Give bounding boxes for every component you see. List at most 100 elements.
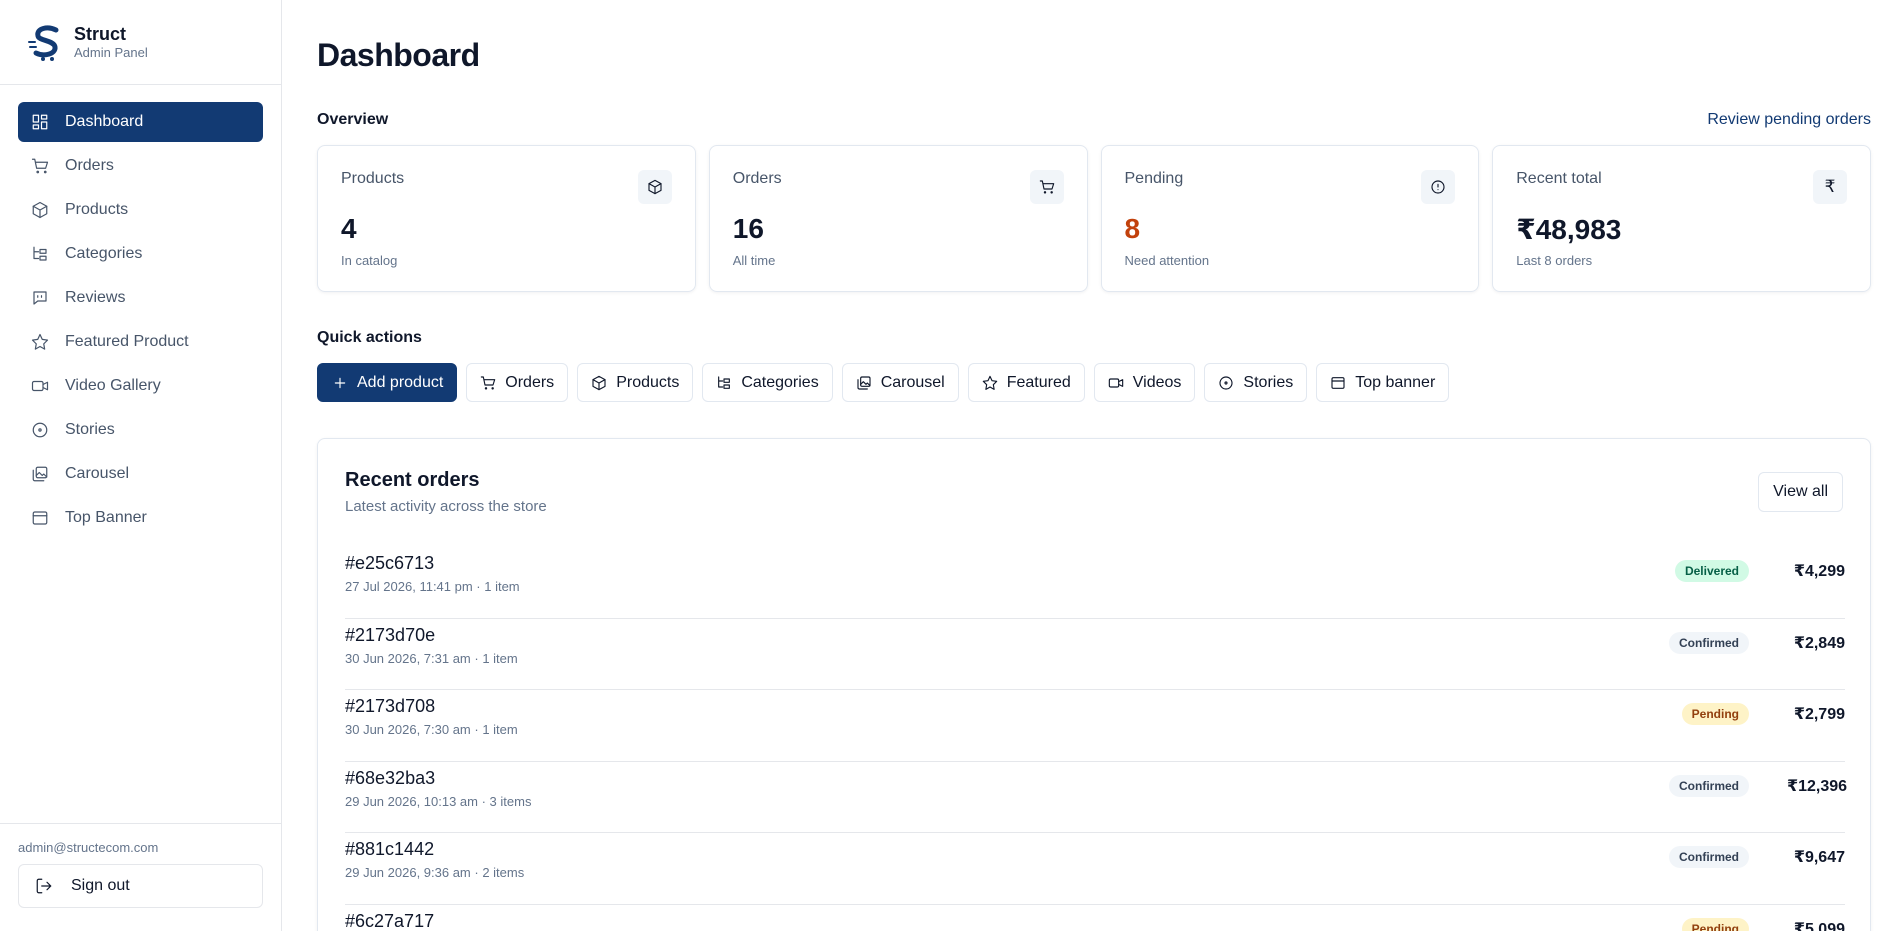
- button-label: Stories: [1243, 373, 1294, 391]
- sign-out-button[interactable]: Sign out: [18, 864, 263, 908]
- button-label: Add product: [357, 373, 444, 391]
- sidebar-item-label: Orders: [65, 157, 114, 174]
- banner-icon: [1331, 376, 1345, 389]
- tree-icon: [718, 375, 731, 389]
- quick-stories-button[interactable]: Stories: [1204, 363, 1308, 402]
- recent-orders-subtitle: Latest activity across the store: [345, 498, 547, 515]
- brand-subtitle: Admin Panel: [74, 45, 148, 60]
- order-id: #68e32ba3: [345, 767, 436, 788]
- banner-icon: [31, 509, 49, 527]
- table-row[interactable]: #881c1442 29 Jun 2026, 9:36 am · 2 items…: [345, 833, 1845, 905]
- stat-hint: In catalog: [341, 253, 398, 268]
- box-icon: [592, 375, 606, 390]
- sidebar-nav: Dashboard Orders Products Categories Rev…: [0, 85, 281, 538]
- quick-featured-button[interactable]: Featured: [967, 363, 1085, 402]
- circle-dot-icon: [1219, 375, 1233, 390]
- table-row[interactable]: #2173d70e 30 Jun 2026, 7:31 am · 1 item …: [345, 619, 1845, 690]
- button-label: Carousel: [880, 373, 945, 391]
- sidebar-item-products[interactable]: Products: [18, 190, 263, 230]
- order-meta: 30 Jun 2026, 7:30 am · 1 item: [345, 722, 518, 737]
- order-meta: 29 Jun 2026, 10:13 am · 3 items: [345, 793, 532, 809]
- stat-hint: Last 8 orders: [1516, 253, 1593, 268]
- recent-orders-card: Recent orders Latest activity across the…: [317, 438, 1871, 931]
- quick-actions-row: Add product Orders Products Categories C…: [317, 363, 1450, 402]
- brand-logo-icon: [28, 25, 59, 61]
- view-all-button[interactable]: View all: [1758, 472, 1843, 512]
- button-label: Products: [616, 373, 680, 391]
- order-id: #2173d70e: [345, 624, 436, 645]
- dashboard-icon: [31, 113, 49, 131]
- stat-card-products: Products 4 In catalog: [317, 145, 696, 292]
- sidebar-item-reviews[interactable]: Reviews: [18, 278, 263, 318]
- sidebar-item-featured-product[interactable]: Featured Product: [18, 322, 263, 362]
- star-icon: [982, 375, 997, 390]
- order-amount: ₹2,799: [1793, 706, 1845, 723]
- sidebar-item-orders[interactable]: Orders: [18, 146, 263, 186]
- alert-circle-icon: [1421, 170, 1456, 204]
- status-badge: Confirmed: [1669, 631, 1749, 654]
- order-id: #2173d708: [345, 696, 436, 716]
- stat-card-recent-total: Recent total ₹48,983 Last 8 orders ₹: [1492, 145, 1871, 292]
- table-row[interactable]: #e25c6713 27 Jul 2026, 11:41 pm · 1 item…: [345, 547, 1845, 619]
- sidebar-item-label: Categories: [65, 245, 143, 262]
- stat-value: 4: [341, 213, 357, 244]
- status-badge: Pending: [1681, 703, 1749, 725]
- sidebar-item-label: Carousel: [65, 465, 130, 482]
- order-amount: ₹4,299: [1793, 563, 1845, 580]
- quick-actions-title: Quick actions: [317, 329, 422, 346]
- sidebar-item-top-banner[interactable]: Top Banner: [18, 498, 263, 538]
- sidebar-item-carousel[interactable]: Carousel: [18, 454, 263, 494]
- order-id: #6c27a717: [345, 910, 435, 931]
- quick-carousel-button[interactable]: Carousel: [841, 363, 959, 402]
- sign-out-icon: [36, 878, 52, 894]
- star-icon: [31, 333, 49, 351]
- sidebar-item-dashboard[interactable]: Dashboard: [18, 102, 263, 142]
- cart-icon: [481, 375, 496, 390]
- quick-products-button[interactable]: Products: [577, 363, 694, 402]
- quick-videos-button[interactable]: Videos: [1093, 363, 1196, 402]
- brand-name: Struct: [74, 24, 127, 44]
- order-id: #e25c6713: [345, 553, 435, 573]
- box-icon: [31, 201, 49, 219]
- quick-top-banner-button[interactable]: Top banner: [1316, 363, 1450, 402]
- button-label: Videos: [1132, 373, 1182, 391]
- stat-card-orders: Orders 16 All time: [708, 145, 1088, 292]
- sidebar-item-label: Featured Product: [65, 333, 189, 350]
- orders-list: #e25c6713 27 Jul 2026, 11:41 pm · 1 item…: [345, 547, 1848, 931]
- add-product-button[interactable]: Add product: [317, 363, 458, 402]
- quick-orders-button[interactable]: Orders: [466, 363, 569, 402]
- tree-icon: [31, 245, 49, 263]
- sidebar-item-label: Products: [65, 201, 129, 218]
- cart-icon: [31, 157, 49, 175]
- order-amount: ₹2,849: [1793, 634, 1845, 652]
- sign-out-label: Sign out: [71, 877, 130, 894]
- table-row[interactable]: #2173d708 30 Jun 2026, 7:30 am · 1 item …: [345, 690, 1845, 762]
- status-badge: Delivered: [1674, 560, 1749, 582]
- sidebar-item-stories[interactable]: Stories: [18, 410, 263, 450]
- sidebar: Struct Admin Panel Dashboard Orders Prod…: [0, 0, 282, 931]
- table-row[interactable]: #6c27a717 Pending ₹5,099: [345, 905, 1845, 931]
- brand[interactable]: Struct Admin Panel: [0, 0, 281, 85]
- sidebar-item-label: Reviews: [65, 289, 126, 306]
- button-label: Featured: [1006, 373, 1071, 391]
- circle-dot-icon: [31, 421, 49, 439]
- status-badge: Pending: [1681, 917, 1749, 931]
- order-amount: ₹12,396: [1787, 777, 1848, 795]
- sidebar-item-categories[interactable]: Categories: [18, 234, 263, 274]
- review-pending-orders-link[interactable]: Review pending orders: [1707, 111, 1871, 129]
- message-icon: [31, 289, 49, 307]
- table-row[interactable]: #68e32ba3 29 Jun 2026, 10:13 am · 3 item…: [345, 762, 1848, 833]
- cart-icon: [1029, 170, 1064, 204]
- plus-icon: [334, 377, 346, 388]
- quick-categories-button[interactable]: Categories: [702, 363, 833, 402]
- sidebar-item-video-gallery[interactable]: Video Gallery: [18, 366, 263, 406]
- status-badge: Confirmed: [1669, 774, 1749, 797]
- user-email: admin@structecom.com: [18, 840, 159, 855]
- recent-orders-title: Recent orders: [345, 469, 480, 491]
- order-meta: 30 Jun 2026, 7:31 am · 1 item: [345, 650, 518, 666]
- order-id: #881c1442: [345, 839, 435, 859]
- video-icon: [31, 377, 49, 395]
- button-label: Top banner: [1355, 373, 1436, 391]
- stat-label: Recent total: [1516, 170, 1602, 187]
- sidebar-item-label: Stories: [65, 421, 115, 438]
